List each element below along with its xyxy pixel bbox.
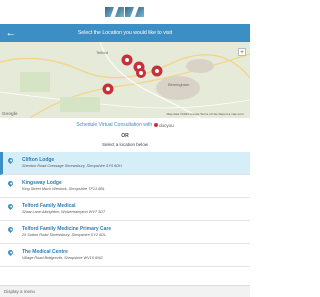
page-title: Select the Location you would like to vi… bbox=[77, 30, 173, 36]
location-name: The Medical Centre bbox=[22, 249, 68, 255]
virtual-consultation-link[interactable]: Schedule Virtual Consultation with bbox=[76, 122, 152, 128]
map-marker-icon[interactable] bbox=[136, 68, 146, 78]
location-address: 25 Sutton Road Shrewsbury, Shropshire SY… bbox=[22, 233, 106, 237]
map-markers bbox=[102, 54, 163, 95]
app-header bbox=[0, 0, 250, 24]
location-pin-icon bbox=[6, 156, 15, 165]
location-item-kingsway-lodge[interactable]: Kingsway Lodge King Street Much Wenlock,… bbox=[0, 175, 250, 198]
location-pin-icon bbox=[6, 225, 15, 234]
map-zoom-button[interactable]: + bbox=[238, 48, 246, 56]
four-triangle-logo-icon bbox=[105, 7, 145, 17]
arrow-left-icon: ← bbox=[5, 27, 17, 39]
map-marker-icon[interactable] bbox=[121, 54, 133, 66]
map-marker-icon[interactable] bbox=[151, 65, 163, 77]
map-label-birmingham: Birmingham bbox=[168, 82, 190, 87]
map-marker-icon[interactable] bbox=[102, 83, 114, 95]
map-attribution[interactable]: Map data ©2023 Google Terms of Use Repor… bbox=[167, 112, 244, 116]
location-item-the-medical-centre[interactable]: The Medical Centre Village Road Bridgnor… bbox=[0, 244, 250, 267]
google-logo: Google bbox=[2, 111, 18, 116]
map[interactable]: Telford Birmingham Google + Map data ©20… bbox=[0, 42, 250, 118]
location-item-telford-family-medical[interactable]: Telford Family Medical Shaw Lane Albrigh… bbox=[0, 198, 250, 221]
location-pin-icon bbox=[6, 179, 15, 188]
select-instructions: Select a location below bbox=[101, 142, 149, 147]
back-button[interactable]: ← bbox=[0, 24, 22, 42]
location-list: Clifton Lodge Shenton Road Cressage Shre… bbox=[0, 152, 250, 267]
brand-logo: docyou bbox=[154, 123, 174, 128]
or-divider: OR bbox=[121, 133, 129, 139]
logo bbox=[105, 7, 145, 17]
location-address: King Street Much Wenlock, Shropshire TF1… bbox=[22, 187, 105, 191]
location-pin-icon bbox=[6, 248, 15, 257]
virtual-consultation-row: Schedule Virtual Consultation with docyo… bbox=[0, 118, 250, 132]
display-menu-button[interactable]: Display a menu bbox=[4, 289, 35, 294]
location-name: Telford Family Medical bbox=[22, 203, 76, 209]
title-bar: ← Select the Location you would like to … bbox=[0, 24, 250, 42]
location-name: Clifton Lodge bbox=[22, 157, 55, 163]
location-item-telford-family-medicine-primary-care[interactable]: Telford Family Medicine Primary Care 25 … bbox=[0, 221, 250, 244]
location-address: Shaw Lane Albrighton, Wolverhampton WV7 … bbox=[22, 210, 106, 214]
brand-icon bbox=[154, 123, 159, 127]
location-pin-icon bbox=[6, 202, 15, 211]
location-item-clifton-lodge[interactable]: Clifton Lodge Shenton Road Cressage Shre… bbox=[0, 152, 250, 175]
bottom-bar: Display a menu bbox=[0, 285, 250, 297]
location-address: Village Road Bridgnorth, Shropshire WV15… bbox=[22, 256, 103, 260]
brand-name: docyou bbox=[159, 122, 174, 128]
map-label-telford: Telford bbox=[96, 50, 109, 55]
location-address: Shenton Road Cressage Shrewsbury, Shrops… bbox=[22, 164, 122, 168]
location-name: Telford Family Medicine Primary Care bbox=[22, 226, 112, 232]
location-name: Kingsway Lodge bbox=[22, 180, 62, 186]
